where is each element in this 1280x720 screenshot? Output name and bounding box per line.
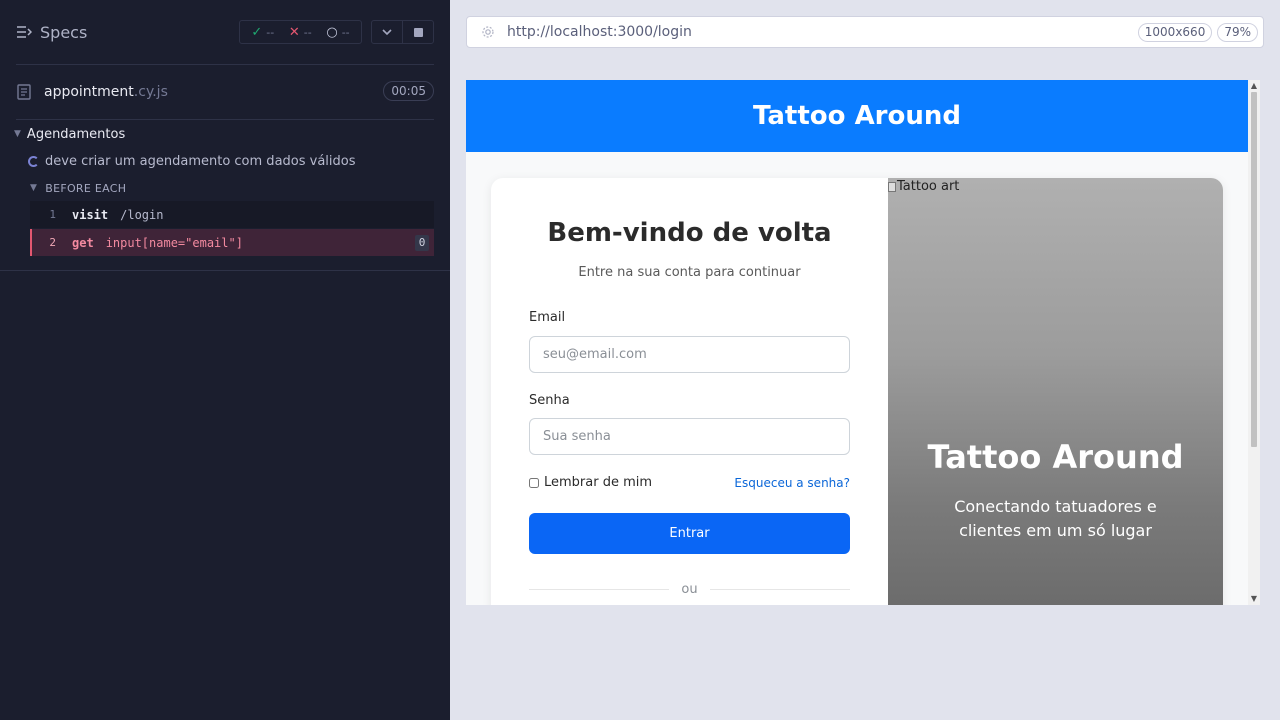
passed-count: -- [266,25,275,39]
test-stats: ✓ -- ✕ -- ○ -- [239,20,362,44]
specs-list-icon [17,26,32,38]
specs-toggle-button[interactable]: Specs [16,20,87,44]
pending-count: -- [341,25,350,39]
zoom-badge[interactable]: 79% [1217,22,1258,42]
scroll-up-arrow-icon[interactable]: ▲ [1250,82,1258,90]
command-log-panel: Specs ✓ -- ✕ -- ○ -- appointment .cy.js 00:0… [0,0,450,720]
frame-scrollbar[interactable]: ▲ ▼ [1248,80,1260,605]
password-field[interactable] [529,418,850,455]
app-header: Tattoo Around [466,80,1248,152]
password-label: Senha [529,393,570,408]
or-divider: ou [529,581,851,597]
divider-label: ou [681,581,698,597]
remember-checkbox[interactable] [529,477,539,488]
scroll-down-arrow-icon[interactable]: ▼ [1250,595,1258,603]
spec-file-name: appointment [44,84,134,100]
specs-label: Specs [40,22,88,42]
spec-file-ext: .cy.js [133,84,168,100]
app-preview-frame: Tattoo Around Bem-vindo de volta Entre n… [466,80,1260,605]
divider-line [709,588,851,590]
command-row[interactable]: 1 visit /login [30,201,434,228]
chevron-down-icon: ▼ [14,129,21,139]
hero-title: Tattoo Around [927,438,1184,476]
chevron-down-icon [382,29,392,36]
divider-line [529,588,670,590]
email-label: Email [529,310,566,325]
runner-header: Specs ✓ -- ✕ -- ○ -- [0,0,450,64]
suite-title: Agendamentos [26,126,126,142]
command-row-failed[interactable]: 2 get input[name="email"] 0 [30,229,434,256]
running-spinner-icon [28,155,39,167]
pending-stat: ○ -- [326,26,349,39]
hook-title: BEFORE EACH [45,181,127,195]
x-icon: ✕ [288,24,300,40]
test-row[interactable]: deve criar um agendamento com dados váli… [28,152,356,170]
viewport-size-badge[interactable]: 1000x660 [1137,22,1213,42]
remember-me[interactable]: Lembrar de mim [529,475,652,490]
suite-row[interactable]: ▼ Agendamentos [14,124,125,144]
email-field[interactable] [529,336,850,373]
command-name: get [72,235,94,250]
pending-spinner-icon: ○ [326,24,338,40]
login-subtitle: Entre na sua conta para continuar [578,265,801,280]
login-form: Bem-vindo de volta Entre na sua conta pa… [491,178,888,605]
scrollbar-thumb[interactable] [1251,92,1257,447]
command-message: /login [120,207,164,222]
hook-row[interactable]: ▼ BEFORE EACH [30,180,126,196]
login-card: Bem-vindo de volta Entre na sua conta pa… [491,178,1223,605]
test-title: deve criar um agendamento com dados váli… [45,153,356,169]
login-button[interactable]: Entrar [529,513,850,554]
settings-gear-icon[interactable] [481,25,495,39]
run-controls [371,20,434,44]
url-text[interactable]: http://localhost:3000/login [507,24,1138,40]
element-count-badge: 0 [415,235,429,251]
passed-stat: ✓ -- [251,26,274,39]
spec-file-row[interactable]: appointment .cy.js 00:05 [16,78,434,106]
command-number: 1 [49,208,56,221]
broken-image-icon [888,181,896,192]
stop-icon [413,27,423,37]
spec-duration: 00:05 [383,81,434,101]
command-name: visit [72,207,109,222]
failed-stat: ✕ -- [289,26,312,39]
document-icon [17,84,31,100]
command-message: input[name="email"] [105,235,243,250]
spec-divider [16,119,434,120]
image-alt-text: Tattoo art [897,179,960,194]
chevron-down-icon: ▼ [30,183,38,193]
forgot-password-link[interactable]: Esqueceu a senha? [734,476,850,490]
remember-label: Lembrar de mim [544,475,653,490]
hero-panel: Tattoo art Tattoo Around Conectando tatu… [888,178,1223,605]
aut-url-bar: http://localhost:3000/login 1000x660 79% [466,16,1264,48]
collapse-button[interactable] [372,21,402,43]
hero-subtitle: Conectando tatuadores e clientes em um s… [954,497,1157,540]
header-divider [16,64,434,65]
check-icon: ✓ [251,24,263,40]
commands-divider [0,270,450,271]
command-number: 2 [49,236,56,249]
broken-image: Tattoo art [888,179,959,194]
stop-button[interactable] [402,21,433,43]
login-title: Bem-vindo de volta [547,218,832,248]
failed-count: -- [303,25,312,39]
